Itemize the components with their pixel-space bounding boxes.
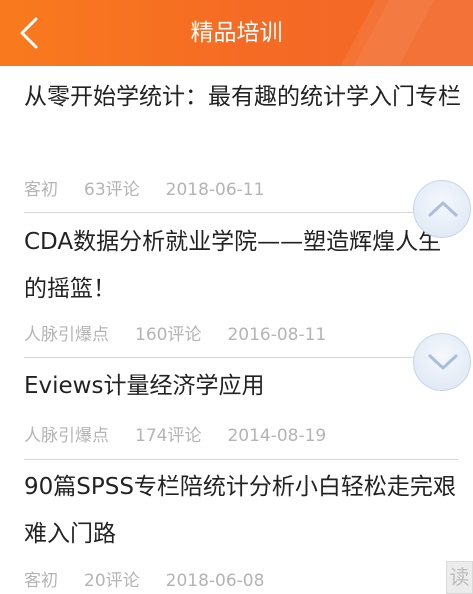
- article-title[interactable]: 从零开始学统计：最有趣的统计学入门专栏: [24, 74, 464, 121]
- article-comments: 20评论: [84, 571, 140, 591]
- article-comments: 160评论: [135, 325, 202, 345]
- page-title: 精品培训: [190, 20, 283, 46]
- list-item[interactable]: CDA数据分析就业学院——塑造辉煌人生的摇篮！ 人脉引爆点 160评论 2016-0…: [0, 213, 473, 358]
- article-list: 从零开始学统计：最有趣的统计学入门专栏 客初 63评论 2018-06-11 CDA…: [0, 66, 473, 594]
- article-date: 2014-08-19: [227, 426, 327, 446]
- article-date: 2016-08-11: [227, 325, 327, 345]
- chevron-left-icon: [20, 17, 38, 49]
- list-item[interactable]: 90篇SPSS专栏陪统计分析小白轻松走完艰难入门路 客初 20评论 2018-06-…: [0, 460, 473, 594]
- top-bar: 精品培训: [0, 0, 473, 66]
- chevron-up-icon: [428, 201, 458, 217]
- article-author: 客初: [24, 571, 58, 591]
- article-author: 客初: [24, 180, 58, 200]
- article-title[interactable]: CDA数据分析就业学院——塑造辉煌人生的摇篮！: [24, 219, 464, 313]
- article-comments: 63评论: [84, 180, 140, 200]
- scroll-up-button[interactable]: [413, 180, 471, 238]
- scroll-down-button[interactable]: [413, 333, 471, 391]
- reader-mode-badge[interactable]: 读: [446, 561, 473, 594]
- article-meta: 客初 20评论 2018-06-08: [24, 566, 290, 591]
- article-meta: 人脉引爆点 160评论 2016-08-11: [24, 320, 352, 345]
- article-date: 2018-06-11: [165, 180, 265, 200]
- article-title[interactable]: Eviews计量经济学应用: [24, 363, 464, 410]
- list-item[interactable]: 从零开始学统计：最有趣的统计学入门专栏 客初 63评论 2018-06-11: [0, 66, 473, 213]
- chevron-down-icon: [428, 354, 458, 370]
- list-item[interactable]: Eviews计量经济学应用 人脉引爆点 174评论 2014-08-19: [0, 358, 473, 460]
- article-meta: 人脉引爆点 174评论 2014-08-19: [24, 421, 352, 446]
- article-title[interactable]: 90篇SPSS专栏陪统计分析小白轻松走完艰难入门路: [24, 464, 464, 558]
- article-comments: 174评论: [135, 426, 202, 446]
- article-date: 2018-06-08: [165, 571, 265, 591]
- article-author: 人脉引爆点: [24, 325, 109, 345]
- article-meta: 客初 63评论 2018-06-11: [24, 175, 290, 200]
- back-button[interactable]: [14, 16, 48, 50]
- article-author: 人脉引爆点: [24, 426, 109, 446]
